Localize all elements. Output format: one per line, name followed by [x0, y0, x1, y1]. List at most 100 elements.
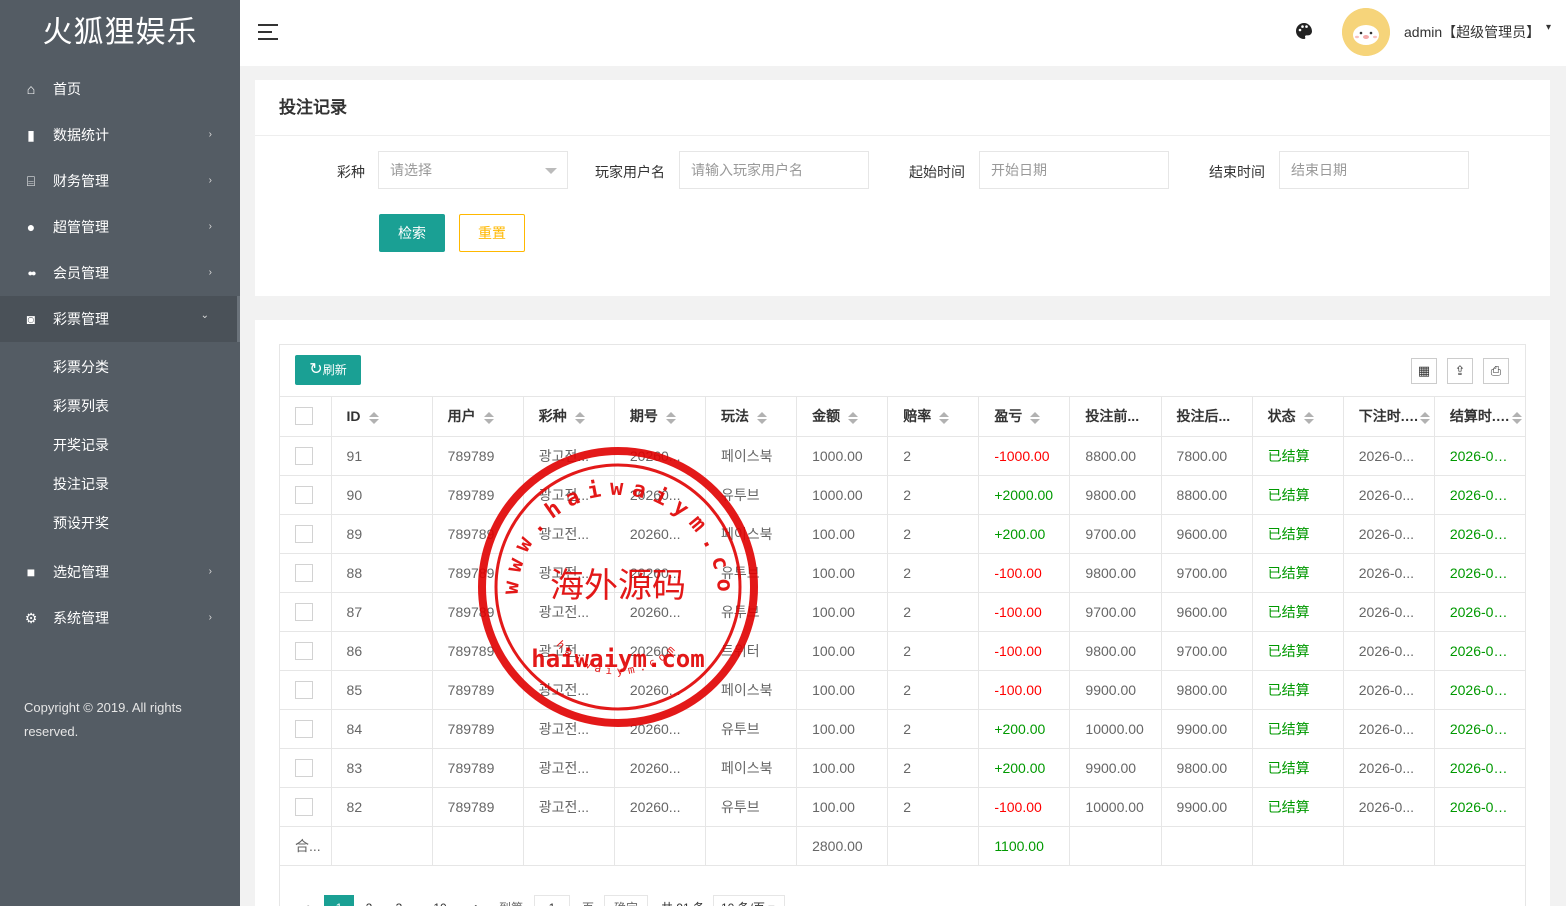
sort-icon[interactable] [368, 411, 379, 424]
col-header-issue[interactable]: 期号 [614, 397, 706, 437]
cell-issue: 20260... [614, 475, 706, 515]
row-checkbox[interactable] [295, 719, 313, 738]
page-size-select[interactable]: 10 条/页 ▾ [713, 895, 785, 906]
row-checkbox[interactable] [295, 563, 313, 582]
table-row[interactable]: 83 789789 광고전... 20260... 페이스북 100.00 2 +200.00… [280, 748, 1525, 788]
table-row[interactable]: 88 789789 광고전... 20260... 유투브 100.00 2 -100.00 9… [280, 553, 1525, 593]
submenu-item-categories[interactable]: 彩票分类 [0, 348, 240, 387]
page-button[interactable]: 1 [324, 895, 354, 906]
goto-confirm-button[interactable]: 确定 [604, 895, 648, 906]
col-header-lottery[interactable]: 彩种 [523, 397, 615, 437]
sort-icon[interactable] [1303, 411, 1314, 424]
row-checkbox[interactable] [295, 485, 313, 504]
cell-before: 8800.00 [1069, 436, 1162, 476]
table-row[interactable]: 82 789789 광고전... 20260... 유투브 100.00 2 -100.00 1… [280, 787, 1525, 827]
end-date-input[interactable]: 结束日期 [1279, 151, 1469, 189]
row-checkbox[interactable] [295, 641, 313, 660]
start-date-input[interactable]: 开始日期 [979, 151, 1169, 189]
columns-icon[interactable]: ▦ [1411, 358, 1437, 384]
chevron-right-icon: › [208, 566, 212, 577]
row-checkbox[interactable] [295, 524, 313, 543]
col-header-play[interactable]: 玩法 [705, 397, 798, 437]
cell-status: 已结算 [1252, 592, 1344, 632]
search-button[interactable]: 检索 [379, 214, 445, 252]
caret-down-icon[interactable]: ▾ [1546, 22, 1551, 33]
bet-records-table: ID 用户 彩种 期号 玩法 金额 赔率 盈亏 投注前... 投注后... 状态… [280, 397, 1525, 866]
sidebar-item-finance[interactable]: ⌸ 财务管理 › [0, 158, 240, 204]
submenu-item-bet-records[interactable]: 投注记录 [0, 465, 240, 504]
prev-page-icon[interactable]: ‹ [300, 895, 314, 906]
sidebar-item-lottery[interactable]: ◙ 彩票管理 ⌄ [0, 296, 240, 342]
cell-issue: 20260... [614, 670, 706, 710]
submenu-item-draw-records[interactable]: 开奖记录 [0, 426, 240, 465]
sidebar-item-statistics[interactable]: ▮ 数据统计 › [0, 112, 240, 158]
row-checkbox[interactable] [295, 446, 313, 465]
table-row[interactable]: 85 789789 광고전... 20260... 페이스북 100.00 2 -100.00… [280, 670, 1525, 710]
sort-icon[interactable] [1030, 411, 1041, 424]
cell-bet-time: 2026-0... [1343, 631, 1435, 671]
sort-icon[interactable] [756, 411, 767, 424]
sidebar-item-home[interactable]: ⌂ 首页 [0, 66, 240, 112]
submenu-item-preset-draw[interactable]: 预设开奖 [0, 504, 240, 543]
page-ellipsis: ... [408, 895, 426, 906]
page-button[interactable]: 3 [390, 895, 408, 906]
sort-icon[interactable] [939, 411, 950, 424]
col-header-bet-time[interactable]: 下注时... [1343, 397, 1435, 437]
cell-status: 已结算 [1252, 631, 1344, 671]
chevron-right-icon: › [208, 129, 212, 140]
sort-icon[interactable] [848, 411, 859, 424]
sort-icon[interactable] [1511, 411, 1522, 424]
table-row[interactable]: 84 789789 광고전... 20260... 유투브 100.00 2 +200.00 1… [280, 709, 1525, 749]
col-header-user[interactable]: 用户 [432, 397, 524, 437]
table-row[interactable]: 91 789789 광고전... 20260... 페이스북 1000.00 2 -1000.… [280, 436, 1525, 476]
cell-play: 유투브 [705, 475, 798, 515]
cell-profit: -100.00 [978, 670, 1071, 710]
sort-icon[interactable] [665, 411, 676, 424]
sort-icon[interactable] [1420, 411, 1431, 424]
col-header-profit[interactable]: 盈亏 [978, 397, 1071, 437]
sort-icon[interactable] [483, 411, 494, 424]
page-button[interactable]: 10 [428, 895, 452, 906]
table-toolbar: ↻刷新 ▦ ⇪ ⎙ [280, 345, 1525, 397]
print-icon[interactable]: ⎙ [1483, 358, 1509, 384]
table-row[interactable]: 86 789789 광고전... 20260... 트위터 100.00 2 -100.00 9… [280, 631, 1525, 671]
col-header-odds[interactable]: 赔率 [887, 397, 980, 437]
row-checkbox[interactable] [295, 797, 313, 816]
col-header-after[interactable]: 投注后... [1161, 397, 1253, 437]
col-header-before[interactable]: 投注前... [1069, 397, 1162, 437]
cell-bet-time: 2026-0... [1343, 475, 1435, 515]
sidebar-item-members[interactable]: ●● 会员管理 › [0, 250, 240, 296]
username-input[interactable]: 请输入玩家用户名 [679, 151, 869, 189]
cell-before: 9800.00 [1069, 553, 1162, 593]
reset-button[interactable]: 重置 [459, 214, 525, 252]
submenu-item-lottery-list[interactable]: 彩票列表 [0, 387, 240, 426]
select-all-checkbox[interactable] [295, 407, 313, 426]
next-page-icon[interactable]: › [470, 895, 484, 906]
col-header-settle-time[interactable]: 结算时... [1434, 397, 1525, 437]
cell-status: 已结算 [1252, 787, 1344, 827]
sidebar-item-admin[interactable]: ● 超管管理 › [0, 204, 240, 250]
refresh-button[interactable]: ↻刷新 [295, 355, 361, 385]
col-header-amount[interactable]: 金额 [796, 397, 889, 437]
sidebar-item-selection[interactable]: ■ 选妃管理 › [0, 549, 240, 595]
col-header-status[interactable]: 状态 [1252, 397, 1344, 437]
row-checkbox[interactable] [295, 602, 313, 621]
table-row[interactable]: 87 789789 광고전... 20260... 유투브 100.00 2 -100.00 9… [280, 592, 1525, 632]
row-checkbox[interactable] [295, 758, 313, 777]
table-row[interactable]: 90 789789 광고전... 20260... 유투브 1000.00 2 +2000.0… [280, 475, 1525, 515]
cell-settle-time: 2026-05-31 [1434, 592, 1525, 632]
sort-icon[interactable] [574, 411, 585, 424]
export-icon[interactable]: ⇪ [1447, 358, 1473, 384]
goto-page-input[interactable]: 1 [534, 895, 570, 906]
page-button[interactable]: 2 [360, 895, 378, 906]
row-checkbox[interactable] [295, 680, 313, 699]
avatar[interactable] [1342, 8, 1390, 56]
menu-toggle-icon[interactable] [258, 24, 278, 40]
table-row[interactable]: 89 789789 광고전... 20260... 페이스북 100.00 2 +200.00… [280, 514, 1525, 554]
lottery-select[interactable]: 请选择 [378, 151, 568, 189]
col-header-id[interactable]: ID [331, 397, 433, 437]
sidebar-item-system[interactable]: ⚙ 系统管理 › [0, 595, 240, 641]
user-menu[interactable]: admin【超级管理员】 [1404, 22, 1540, 42]
palette-icon[interactable] [1294, 21, 1314, 41]
cell-user: 789789 [432, 631, 524, 671]
